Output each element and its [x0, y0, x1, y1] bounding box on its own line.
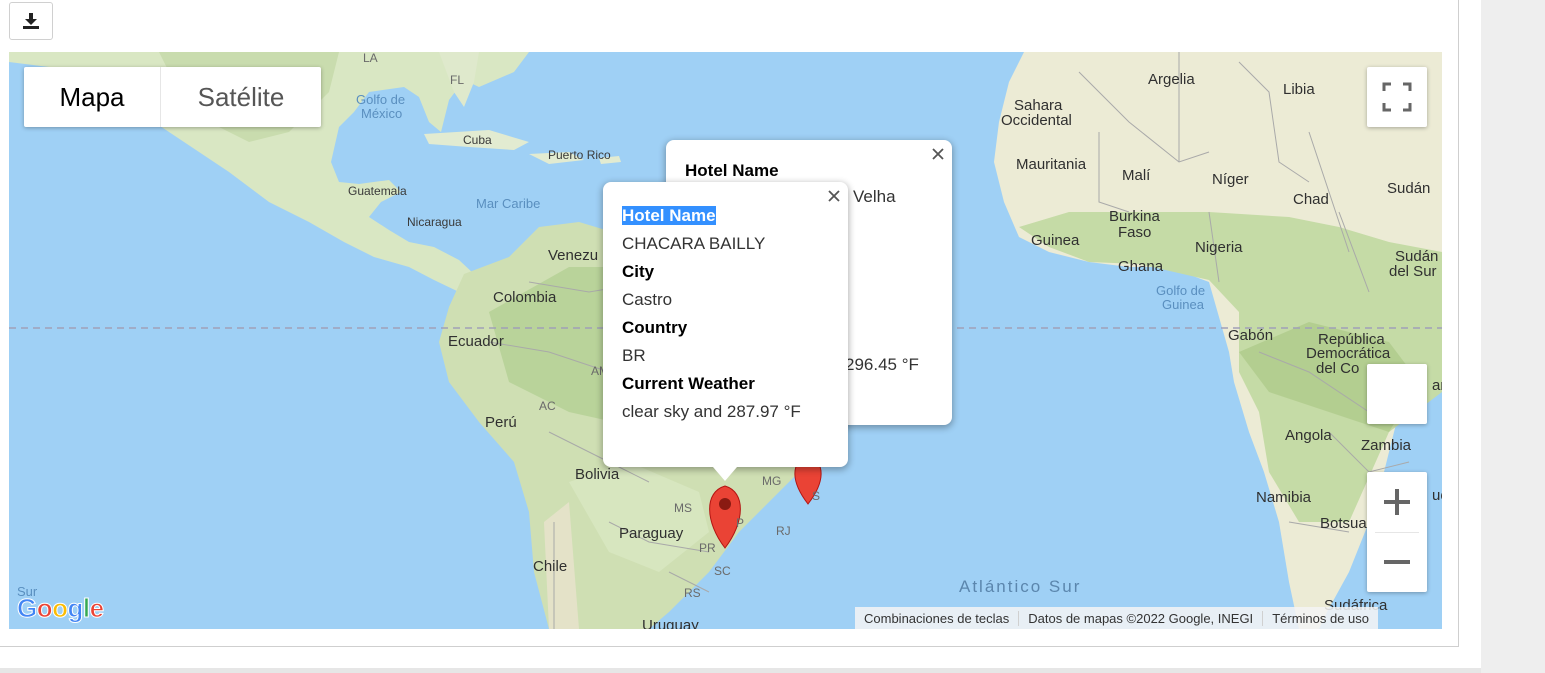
fullscreen-icon [1382, 82, 1412, 112]
map-label: Libia [1283, 81, 1315, 98]
weather-value: 296.45 °F [845, 355, 919, 374]
info-window-front: Hotel Name CHACARA BAILLY City Castro Co… [603, 182, 848, 481]
map-label: Bolivia [575, 466, 620, 483]
map-label: Chad [1293, 191, 1329, 208]
page-gutter [1481, 0, 1545, 673]
map-type-control: Mapa Satélite [24, 67, 321, 127]
map-label: P [736, 516, 745, 530]
map-label: Uruguay [642, 617, 699, 629]
weather-label: Current Weather [622, 374, 755, 393]
map-label: México [361, 106, 403, 121]
map-type-map-button[interactable]: Mapa [24, 67, 161, 127]
map-data-text: Datos de mapas ©2022 Google, INEGI [1019, 610, 1264, 626]
map-label: Cuba [463, 133, 492, 147]
info-window-tail [713, 467, 737, 481]
map-label: AC [539, 399, 556, 413]
map-label: MG [762, 474, 782, 488]
cell-divider [0, 668, 1481, 673]
download-button[interactable] [9, 2, 53, 40]
map-label: Níger [1212, 171, 1249, 188]
close-icon[interactable] [827, 189, 841, 203]
map-label: FL [450, 73, 465, 87]
map-label: Atlántico Sur [959, 577, 1082, 596]
weather-value: clear sky and 287.97 °F [622, 402, 801, 421]
map-label: Democrática [1306, 345, 1391, 362]
hotel-name-value: Velha [853, 187, 896, 206]
map-label: del Sur [1389, 263, 1437, 280]
map-label: SC [714, 564, 731, 578]
zoom-control [1367, 472, 1427, 592]
map-label: del Co [1316, 360, 1360, 377]
map-label: Perú [485, 414, 517, 431]
close-icon[interactable] [931, 147, 945, 161]
map-type-satellite-button[interactable]: Satélite [161, 67, 321, 127]
map-label: PR [699, 541, 716, 555]
map-label: Namibia [1256, 489, 1312, 506]
map-label: Angola [1285, 427, 1332, 444]
map-label: RS [684, 586, 701, 600]
map-label: Colombia [493, 289, 557, 306]
keyboard-shortcuts-link[interactable]: Combinaciones de teclas [855, 610, 1020, 626]
city-label: City [622, 262, 655, 281]
hotel-name-value: CHACARA BAILLY [622, 234, 766, 253]
zoom-in-button[interactable] [1367, 472, 1427, 532]
map-attribution: Combinaciones de teclas Datos de mapas ©… [855, 607, 1379, 629]
street-view-button[interactable] [1367, 364, 1427, 424]
city-value: Castro [622, 290, 673, 309]
download-icon [23, 13, 39, 29]
hotel-name-label: Hotel Name [622, 206, 716, 225]
map-label: Burkina [1109, 208, 1160, 225]
map-label: Guinea [1162, 297, 1204, 312]
plus-icon [1384, 489, 1410, 515]
fullscreen-button[interactable] [1367, 67, 1427, 127]
country-value: BR [622, 346, 646, 365]
map-label: Paraguay [619, 525, 684, 542]
map-label: Golfo de [356, 92, 406, 107]
map-label: ue [1432, 487, 1442, 504]
map-label: RJ [776, 524, 791, 538]
map-label: ar [1432, 377, 1442, 394]
map-label: Guatemala [348, 184, 407, 198]
map-label: Mar Caribe [476, 196, 541, 211]
map-label: Faso [1118, 224, 1152, 241]
map-label: S [812, 489, 821, 503]
terms-link[interactable]: Términos de uso [1263, 611, 1378, 626]
map-canvas[interactable]: LA FL Golfo de México Cuba Puerto Rico G… [9, 52, 1442, 629]
map-label: Nigeria [1195, 239, 1243, 256]
map-label: Argelia [1148, 71, 1195, 88]
map-label: Puerto Rico [548, 148, 611, 162]
map-label: Sahara [1014, 97, 1063, 114]
map-label: Occidental [1001, 112, 1072, 129]
zoom-out-button[interactable] [1367, 532, 1427, 592]
minus-icon [1384, 560, 1410, 564]
map-label: Golfo de [1156, 283, 1206, 298]
map-label: Guinea [1031, 232, 1080, 249]
map-label: Ghana [1118, 258, 1164, 275]
map-label: Sudán [1395, 248, 1439, 265]
map-label: MS [674, 501, 692, 515]
map-label: Gabón [1228, 327, 1274, 344]
map-label: Chile [533, 558, 568, 575]
map-label: Venezu [548, 247, 599, 264]
map-label: Zambia [1361, 437, 1412, 454]
country-label: Country [622, 318, 688, 337]
hotel-name-label: Hotel Name [685, 161, 779, 180]
google-logo: Google [17, 593, 105, 624]
map-label: Nicaragua [407, 215, 462, 229]
map-label: LA [363, 52, 378, 65]
map-label: Ecuador [448, 333, 504, 350]
map-label: Mauritania [1016, 156, 1087, 173]
map-label: Sudán [1387, 180, 1431, 197]
map-label: Botsua [1320, 515, 1367, 532]
map-label: Malí [1122, 167, 1151, 184]
